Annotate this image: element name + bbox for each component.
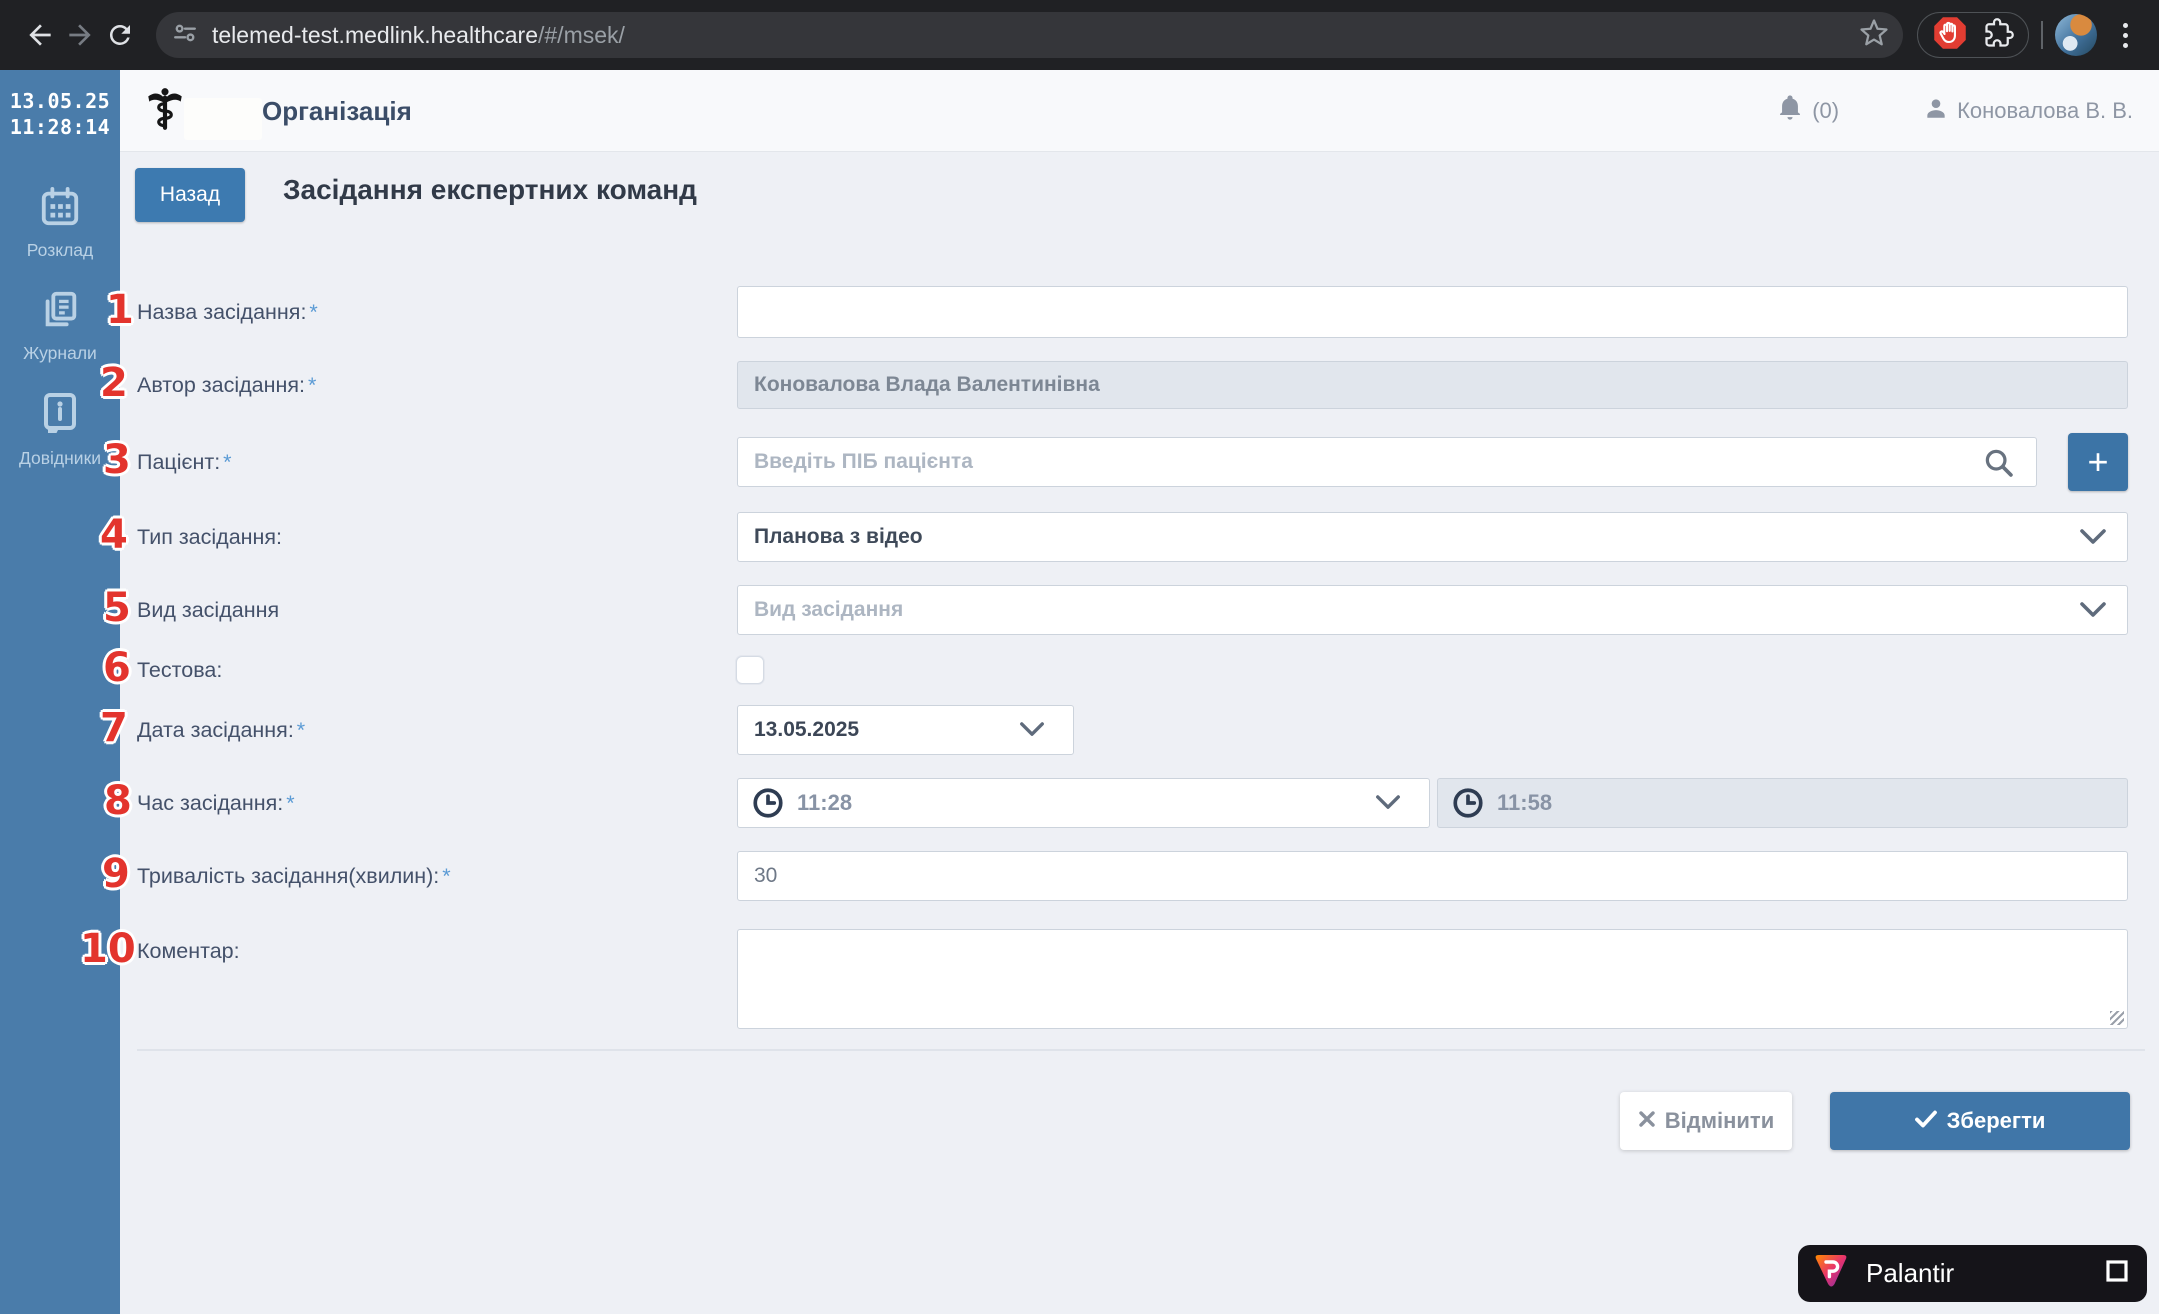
label-test-flag: Тестова:: [137, 655, 222, 685]
duration-input[interactable]: [737, 851, 2128, 901]
plus-icon: +: [2087, 441, 2108, 482]
caduceus-icon: [146, 87, 186, 135]
page-title: Засідання експертних команд: [283, 174, 697, 206]
sidebar: 13.05.25 11:28:14 Розклад: [0, 70, 120, 1314]
person-icon: [1923, 95, 1949, 127]
annotation-1: 1: [106, 288, 134, 332]
user-name: Коновалова В. В.: [1957, 98, 2133, 124]
meeting-name-input[interactable]: [737, 286, 2128, 338]
meeting-author-field: Коновалова Влада Валентинівна: [737, 361, 2128, 409]
sidebar-item-label: Розклад: [27, 240, 93, 261]
sidebar-clock: 13.05.25 11:28:14: [0, 88, 120, 140]
annotation-3: 3: [103, 438, 131, 482]
browser-back-icon[interactable]: [20, 15, 60, 55]
meeting-kind-select[interactable]: Вид засідання: [737, 585, 2128, 635]
toolbar-divider: [2041, 21, 2043, 49]
palantir-label: Palantir: [1866, 1258, 2091, 1289]
reference-book-icon: [40, 392, 80, 441]
adblocker-extension-icon[interactable]: [1932, 15, 1968, 56]
address-bar[interactable]: telemed-test.medlink.healthcare/#/msek/: [156, 12, 1903, 58]
palantir-logo-icon: [1810, 1250, 1852, 1297]
main-content: Назад Засідання експертних команд Назва …: [120, 152, 2159, 1314]
check-icon: [1915, 1108, 1937, 1134]
label-meeting-author: Автор засідання:*: [137, 370, 316, 400]
meeting-time-start-value: 11:28: [797, 790, 852, 816]
annotation-4: 4: [100, 513, 128, 557]
back-button[interactable]: Назад: [135, 168, 245, 222]
browser-menu-icon[interactable]: [2107, 15, 2143, 55]
annotation-2: 2: [100, 361, 128, 405]
journals-icon: [39, 289, 81, 336]
annotation-9: 9: [102, 852, 130, 896]
browser-toolbar: telemed-test.medlink.healthcare/#/msek/: [0, 0, 2159, 70]
annotation-8: 8: [104, 779, 132, 823]
org-title: Організація: [262, 70, 412, 152]
label-comment: Коментар:: [137, 936, 240, 966]
app-header: Організація (0) Коновалова В. В.: [120, 70, 2159, 152]
sidebar-item-directories[interactable]: Довідники: [19, 392, 101, 469]
save-button[interactable]: Зберегти: [1830, 1092, 2130, 1150]
url-text: telemed-test.medlink.healthcare/#/msek/: [212, 22, 1859, 49]
extensions-puzzle-icon[interactable]: [1984, 18, 2014, 53]
sidebar-item-label: Журнали: [23, 343, 97, 364]
sidebar-date: 13.05.25: [0, 88, 120, 114]
sidebar-item-label: Довідники: [19, 448, 101, 469]
user-menu[interactable]: Коновалова В. В.: [1923, 95, 2133, 127]
form-footer-divider: [137, 1049, 2145, 1051]
label-meeting-time: Час засідання:*: [137, 788, 295, 818]
clock-icon: [751, 786, 785, 825]
label-meeting-type: Тип засідання:: [137, 522, 282, 552]
annotation-7: 7: [100, 706, 128, 750]
sidebar-time: 11:28:14: [0, 114, 120, 140]
label-meeting-kind: Вид засідання: [137, 595, 279, 625]
meeting-time-end-value: 11:58: [1497, 790, 1552, 816]
browser-profile-avatar[interactable]: [2055, 14, 2097, 56]
annotation-6: 6: [103, 646, 131, 690]
label-patient: Пацієнт:*: [137, 447, 232, 477]
testova-checkbox[interactable]: [736, 656, 764, 684]
x-icon: [1638, 1108, 1656, 1134]
comment-textarea[interactable]: [737, 929, 2128, 1029]
sidebar-item-schedule[interactable]: Розклад: [27, 186, 93, 261]
annotation-10: 10: [80, 927, 136, 971]
clock-icon: [1451, 786, 1485, 825]
notifications-button[interactable]: (0): [1776, 94, 1839, 128]
label-duration: Тривалість засідання(хвилин):*: [137, 861, 451, 891]
label-meeting-date: Дата засідання:*: [137, 715, 305, 745]
org-logo-placeholder: [184, 98, 262, 140]
textarea-resize-handle[interactable]: [2110, 1011, 2124, 1025]
label-meeting-name: Назва засідання:*: [137, 297, 318, 327]
site-info-icon[interactable]: [172, 20, 198, 51]
sidebar-item-journals[interactable]: Журнали: [23, 289, 97, 364]
calendar-icon: [39, 186, 81, 233]
bell-icon: [1776, 94, 1804, 128]
bookmark-star-icon[interactable]: [1859, 18, 1889, 53]
notifications-count: (0): [1812, 98, 1839, 124]
cancel-button[interactable]: Відмінити: [1620, 1092, 1792, 1150]
meeting-date-select[interactable]: 13.05.2025: [737, 705, 1074, 755]
add-patient-button[interactable]: +: [2068, 433, 2128, 491]
palantir-overlay-badge[interactable]: Palantir: [1798, 1245, 2147, 1302]
window-restore-icon[interactable]: [2105, 1259, 2129, 1288]
meeting-type-select[interactable]: Планова з відео: [737, 512, 2128, 562]
patient-search-input[interactable]: [737, 437, 2037, 487]
annotation-5: 5: [103, 586, 131, 630]
extensions-cluster: [1917, 12, 2029, 58]
browser-reload-icon[interactable]: [100, 15, 140, 55]
browser-forward-icon[interactable]: [60, 15, 100, 55]
